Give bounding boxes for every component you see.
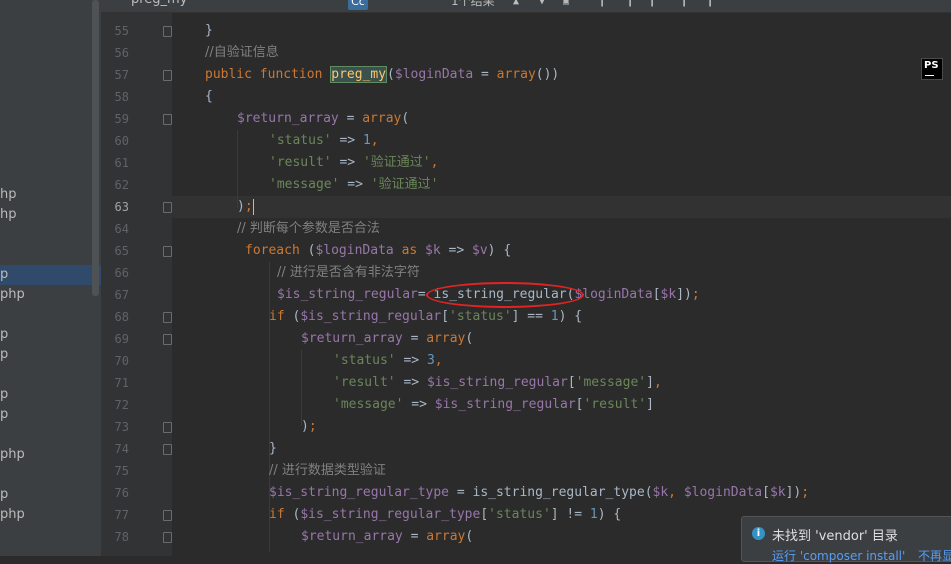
filter-icon[interactable]: ┃	[599, 0, 605, 7]
fold-marker-icon[interactable]	[163, 26, 172, 37]
project-tree-item[interactable]: php	[0, 505, 25, 525]
code-line[interactable]: $is_string_regular_type = is_string_regu…	[269, 482, 809, 504]
code-line[interactable]: 'result' => $is_string_regular['message'…	[333, 372, 662, 394]
fold-marker-icon[interactable]	[163, 510, 172, 521]
find-result-count: 1个结果	[451, 0, 495, 8]
phpstorm-icon-underline	[925, 75, 934, 76]
code-line[interactable]: // 判断每个参数是否合法	[237, 218, 380, 240]
code-line[interactable]: $return_array = array(	[301, 526, 473, 548]
phpstorm-icon[interactable]: PS	[921, 58, 943, 80]
project-tree-scrollbar[interactable]	[92, 0, 99, 296]
code-line[interactable]: }	[205, 20, 213, 42]
line-number: 57	[114, 68, 129, 82]
project-tree-item[interactable]: php	[0, 445, 25, 465]
line-number: 64	[114, 222, 129, 236]
line-number: 74	[114, 442, 129, 456]
settings-icon[interactable]: ┃	[681, 0, 687, 7]
project-tree-item[interactable]: p	[0, 485, 8, 505]
next-match-icon[interactable]: ▼	[539, 0, 545, 7]
line-number: 61	[114, 156, 129, 170]
code-line[interactable]: // 进行数据类型验证	[269, 460, 386, 482]
fold-marker-icon[interactable]	[163, 246, 172, 257]
fold-marker-icon[interactable]	[163, 444, 172, 455]
code-line[interactable]: public function preg_my($loginData = arr…	[205, 64, 559, 86]
find-input[interactable]: preg_my	[131, 0, 187, 7]
line-number: 77	[114, 508, 129, 522]
prev-match-icon[interactable]: ▲	[513, 0, 519, 7]
line-number: 69	[114, 332, 129, 346]
line-number: 71	[114, 376, 129, 390]
code-line[interactable]: $return_array = array(	[301, 328, 473, 350]
fold-marker-icon[interactable]	[163, 114, 172, 125]
project-tree-item[interactable]: hp	[0, 185, 17, 205]
notification-message: 未找到 'vendor' 目录	[772, 529, 898, 544]
code-line[interactable]: 'message' => $is_string_regular['result'…	[333, 394, 654, 416]
select-all-icon[interactable]: ▣	[563, 0, 569, 7]
fold-marker-icon[interactable]	[163, 532, 172, 543]
line-number: 59	[114, 112, 129, 126]
line-number: 78	[114, 530, 129, 544]
indent-guide	[301, 350, 302, 426]
code-line[interactable]: 'message' => '验证通过'	[269, 174, 438, 196]
code-line[interactable]: foreach ($loginData as $k => $v) {	[245, 240, 511, 262]
line-number: 56	[114, 46, 129, 60]
line-number: 76	[114, 486, 129, 500]
code-line[interactable]: 'status' => 1,	[269, 130, 379, 152]
line-number: 66	[114, 266, 129, 280]
notification-balloon: i 未找到 'vendor' 目录 运行 'composer install' …	[741, 516, 951, 563]
line-number: 60	[114, 134, 129, 148]
project-tree-item[interactable]: p	[0, 405, 8, 425]
project-tree-item[interactable]: hp	[0, 205, 17, 225]
filter-icon[interactable]: ┃	[627, 0, 633, 7]
match-case-toggle[interactable]: Cc	[348, 0, 368, 10]
code-line[interactable]: 'status' => 3,	[333, 350, 443, 372]
line-number: 62	[114, 178, 129, 192]
project-tree-item[interactable]: p	[0, 385, 8, 405]
fold-marker-icon[interactable]	[163, 202, 172, 213]
code-line[interactable]: if ($is_string_regular_type['status'] !=…	[269, 504, 621, 526]
line-number: 68	[114, 310, 129, 324]
project-tree-item[interactable]: p	[0, 325, 8, 345]
fold-marker-icon[interactable]	[163, 422, 172, 433]
phpstorm-icon-label: PS	[924, 60, 939, 71]
pin-icon[interactable]: ┃	[707, 0, 713, 7]
line-number: 58	[114, 90, 129, 104]
current-line-highlight	[172, 196, 951, 218]
fold-marker-icon[interactable]	[163, 70, 172, 81]
code-line[interactable]: // 进行是否含有非法字符	[277, 262, 420, 284]
line-number: 65	[114, 244, 129, 258]
project-tree-item[interactable]: php	[0, 285, 25, 305]
code-line[interactable]: );	[301, 416, 317, 438]
line-number: 75	[114, 464, 129, 478]
annotation-circle	[426, 282, 584, 308]
fold-marker-icon[interactable]	[163, 334, 172, 345]
filter-icon[interactable]: ┃	[649, 0, 655, 7]
line-number: 70	[114, 354, 129, 368]
project-tree-item-selected[interactable]: p	[0, 265, 101, 285]
project-tree-panel: hp hp p php p p p p php p php	[0, 0, 101, 556]
code-line[interactable]: {	[205, 86, 213, 108]
line-number-current: 63	[114, 200, 129, 214]
code-line[interactable]: );	[237, 196, 254, 218]
code-line[interactable]: $return_array = array(	[237, 108, 409, 130]
fold-marker-icon[interactable]	[163, 312, 172, 323]
code-line[interactable]: if ($is_string_regular['status'] == 1) {	[269, 306, 582, 328]
project-tree-item[interactable]: p	[0, 345, 8, 365]
line-number: 72	[114, 398, 129, 412]
find-bar: preg_my Cc 1个结果 ▲ ▼ ▣ ┃ ┃ ┃ ┃ ┃	[101, 0, 951, 13]
line-number: 55	[114, 24, 129, 38]
code-line[interactable]: //自验证信息	[205, 42, 279, 64]
line-number: 73	[114, 420, 129, 434]
code-line[interactable]: 'result' => '验证通过',	[269, 152, 438, 174]
info-icon: i	[752, 527, 765, 540]
code-line[interactable]: }	[269, 438, 277, 460]
line-number: 67	[114, 288, 129, 302]
